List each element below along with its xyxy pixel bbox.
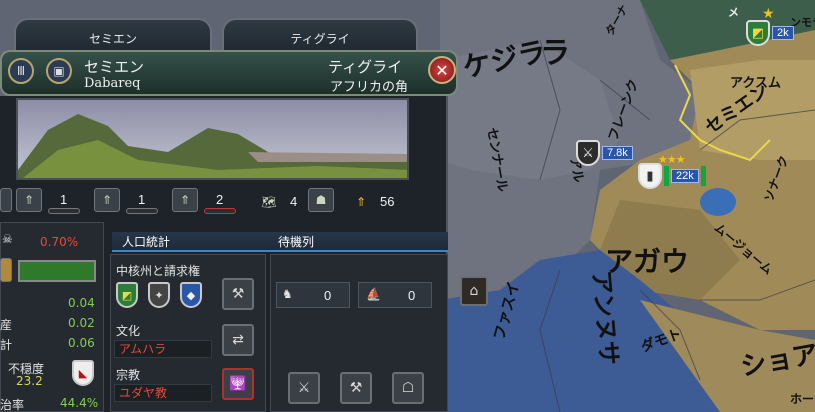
state-name: ティグライ <box>328 58 403 76</box>
crest-icon: ◩ <box>746 20 770 46</box>
star-icon: ★★★ <box>658 153 686 166</box>
core-shield-icon[interactable]: ✦ <box>148 282 170 308</box>
capital-name: Dabareq <box>84 76 141 91</box>
menorah-icon[interactable]: 🕎 <box>222 368 254 400</box>
claim-button[interactable]: ⚒ <box>222 278 254 310</box>
autonomy-value: 0.70% <box>40 235 79 249</box>
crest-icon: ▮ <box>638 163 662 189</box>
cores-label: 中核州と請求権 <box>116 264 201 278</box>
tab-label: ティグライ <box>290 31 350 46</box>
morale-bar <box>700 166 706 186</box>
stat-label: 計 <box>0 338 13 352</box>
increase-manpower-icon[interactable]: ⇑ <box>172 188 198 212</box>
army-count: 7.8k <box>602 146 633 160</box>
ship-queue-count: 0 <box>408 288 416 303</box>
sword-icon: ⚔ <box>576 140 600 166</box>
soldier-icon: ♞ <box>282 287 293 301</box>
tab-label: 待機列 <box>278 234 315 249</box>
rebel-icon[interactable]: ◣ <box>72 360 94 386</box>
manpower-bar <box>204 208 236 214</box>
ship-icon: ⛵ <box>366 287 381 301</box>
stat-value: 0.02 <box>68 316 95 330</box>
tax-bar <box>48 208 80 214</box>
army-count: 2k <box>772 26 794 40</box>
tab-label: セミエン <box>88 31 137 46</box>
state-progress-bar <box>18 260 96 282</box>
close-button[interactable]: ✕ <box>428 56 456 84</box>
core-icon[interactable]: Ⅲ <box>8 58 34 84</box>
army-unit[interactable]: ⚔ 7.8k <box>576 140 633 166</box>
tab-label: 人口統計 <box>122 234 171 249</box>
trade-map-icon[interactable]: 🗺 <box>256 190 282 214</box>
increase-production-icon[interactable]: ⇑ <box>94 188 120 212</box>
army-unit[interactable]: ◩ 2k <box>746 20 794 46</box>
increase-tax-icon[interactable]: ⇑ <box>16 188 42 212</box>
development-icon: ⇑ <box>355 195 367 209</box>
advisor-icon[interactable]: ☗ <box>308 188 334 212</box>
region-name: アフリカの角 <box>330 80 409 95</box>
recruit-army-button[interactable]: ⚔ <box>288 372 320 404</box>
army-queue-count: 0 <box>324 288 332 303</box>
autonomy-icon: ☠ <box>2 232 13 246</box>
tab-queue[interactable]: 待機列 <box>272 232 448 252</box>
core-shield-icon[interactable]: ◆ <box>180 282 202 308</box>
unrest-value: 23.2 <box>16 374 43 388</box>
army-unit[interactable]: ▮ 22k <box>638 163 706 189</box>
build-button[interactable]: ⚒ <box>340 372 372 404</box>
culture-label: 文化 <box>116 324 141 338</box>
convert-culture-button[interactable]: ⇄ <box>222 324 254 356</box>
control-value: 44.4% <box>60 396 99 410</box>
control-label: 治率 <box>0 398 25 412</box>
army-count: 22k <box>671 169 699 183</box>
tax-value: 1 <box>60 192 68 207</box>
tab-population[interactable]: 人口統計 <box>112 232 272 252</box>
religion-value: ユダヤ教 <box>114 384 212 402</box>
core-shield-icon[interactable]: ◩ <box>116 282 138 308</box>
province-name: セミエン <box>84 58 145 76</box>
culture-value: アムハラ <box>114 340 212 358</box>
stat-value: 0.06 <box>68 336 95 350</box>
star-icon: ★ <box>762 6 775 22</box>
province-panel: セミエン ティグライ Ⅲ ▣ セミエン Dabareq ティグライ アフリカの角… <box>0 0 458 412</box>
province-landscape-image <box>16 98 409 180</box>
stat-label: 産 <box>0 318 13 332</box>
building-icon[interactable]: ▣ <box>46 58 72 84</box>
production-bar <box>126 208 158 214</box>
tax-icon[interactable] <box>0 188 12 212</box>
stat-value: 0.04 <box>68 296 95 310</box>
total-development: 56 <box>380 194 395 209</box>
manpower-value: 2 <box>216 192 224 207</box>
trade-goods-count: 4 <box>290 194 298 209</box>
merchant-button[interactable]: ☖ <box>392 372 424 404</box>
building-icon[interactable]: ⌂ <box>460 276 488 306</box>
production-value: 1 <box>138 192 146 207</box>
religion-label: 宗教 <box>116 368 141 382</box>
treasury-icon <box>0 258 12 282</box>
morale-bar <box>664 166 669 186</box>
